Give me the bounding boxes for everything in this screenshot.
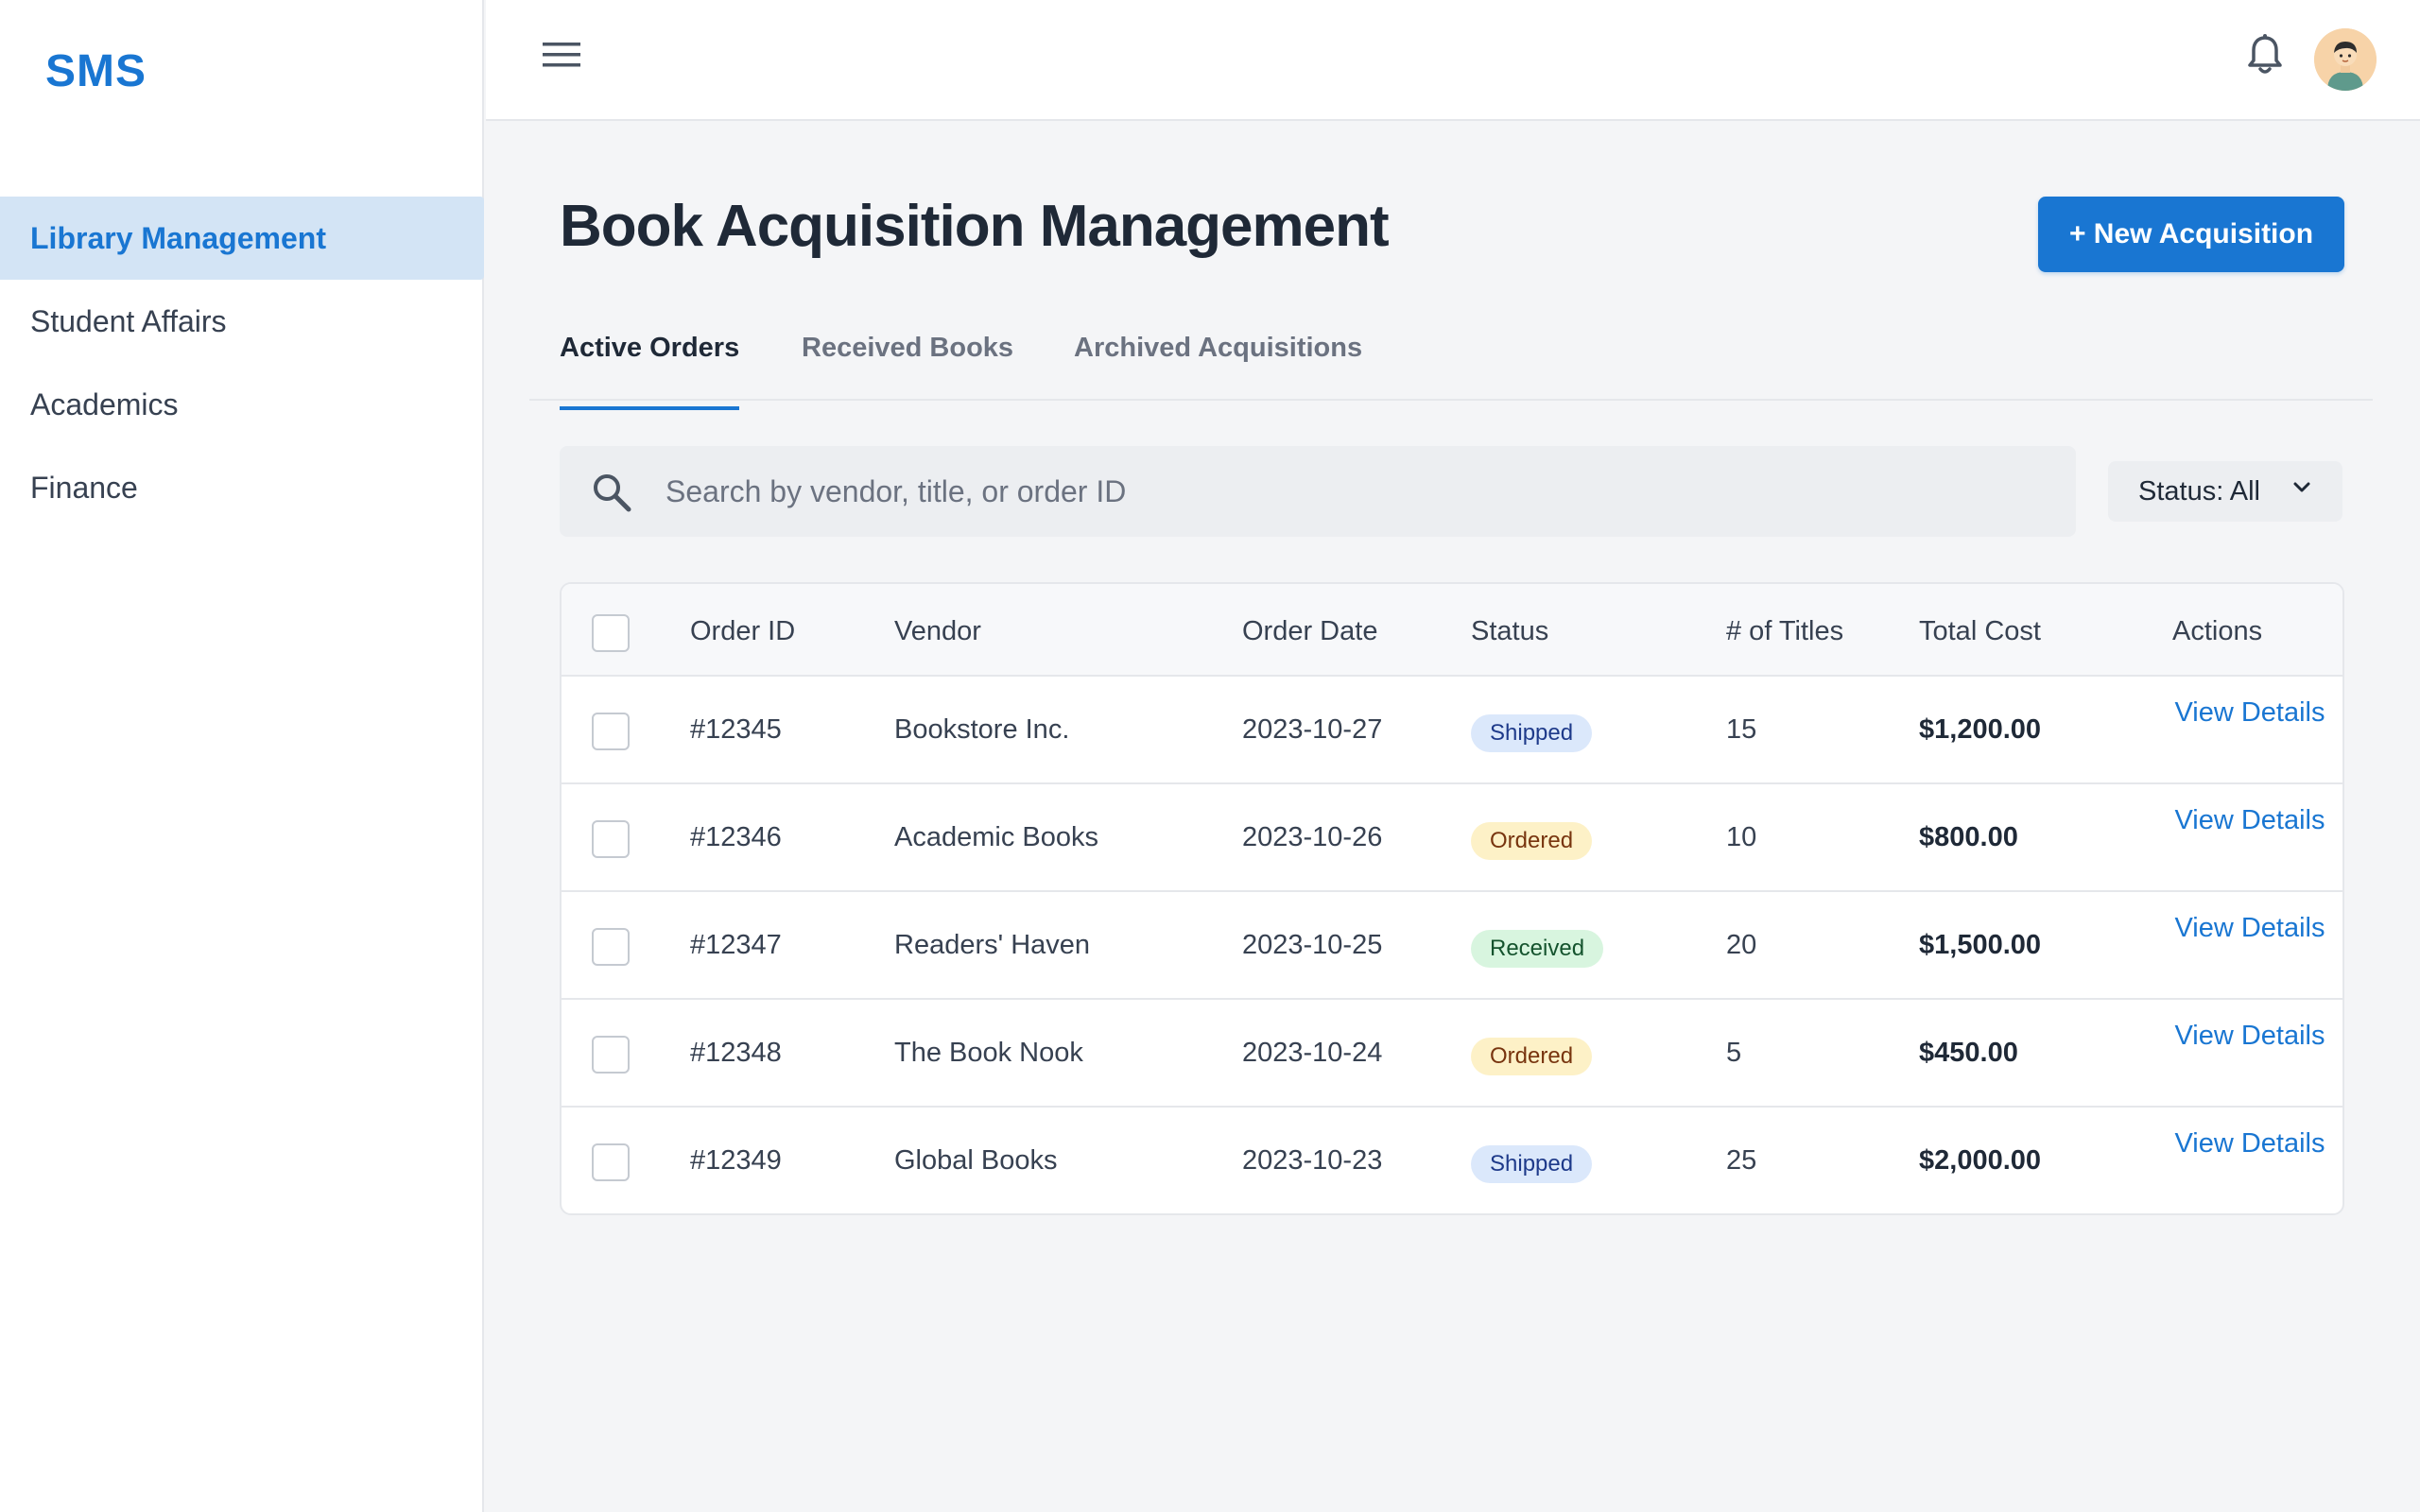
- order-id: #12345: [690, 714, 782, 745]
- total-cost: $1,500.00: [1919, 930, 2042, 960]
- row-checkbox[interactable]: [592, 820, 630, 858]
- view-details-link[interactable]: View Details: [2165, 694, 2335, 731]
- vendor: Readers' Haven: [894, 930, 1091, 960]
- order-date: 2023-10-26: [1242, 822, 1383, 852]
- column-header-actions: Actions: [2172, 616, 2263, 646]
- table-row: #12348 The Book Nook 2023-10-24 Ordered …: [562, 1000, 2342, 1108]
- tab-archived-acquisitions[interactable]: Archived Acquisitions: [1074, 333, 1362, 399]
- order-id: #12347: [690, 930, 782, 960]
- sidebar-nav: Library Management Student Affairs Acade…: [0, 197, 484, 529]
- table-row: #12347 Readers' Haven 2023-10-25 Receive…: [562, 892, 2342, 1000]
- order-date: 2023-10-27: [1242, 714, 1383, 745]
- menu-button[interactable]: [531, 32, 592, 77]
- title-count: 25: [1726, 1145, 1757, 1176]
- sidebar-item-finance[interactable]: Finance: [0, 446, 484, 529]
- sidebar: SMS Library Management Student Affairs A…: [0, 0, 484, 1512]
- order-date: 2023-10-23: [1242, 1145, 1383, 1176]
- status-badge: Ordered: [1471, 1038, 1593, 1075]
- row-checkbox[interactable]: [592, 1036, 630, 1074]
- sidebar-item-student-affairs[interactable]: Student Affairs: [0, 280, 484, 363]
- select-all-checkbox[interactable]: [592, 614, 630, 652]
- order-date: 2023-10-24: [1242, 1038, 1383, 1068]
- total-cost: $800.00: [1919, 822, 2018, 852]
- tab-received-books[interactable]: Received Books: [802, 333, 1013, 399]
- title-count: 5: [1726, 1038, 1742, 1068]
- vendor: Global Books: [894, 1145, 1058, 1176]
- vendor: Academic Books: [894, 822, 1098, 852]
- status-filter-label: Status: All: [2138, 475, 2260, 507]
- top-bar: [486, 0, 2420, 121]
- sidebar-item-library-management[interactable]: Library Management: [0, 197, 484, 280]
- row-checkbox[interactable]: [592, 1143, 630, 1181]
- page-title: Book Acquisition Management: [560, 194, 1390, 259]
- view-details-link[interactable]: View Details: [2165, 909, 2335, 947]
- total-cost: $450.00: [1919, 1038, 2018, 1068]
- tab-active-orders[interactable]: Active Orders: [560, 333, 740, 410]
- sidebar-item-label: Finance: [30, 470, 138, 505]
- title-count: 15: [1726, 714, 1757, 745]
- order-id: #12349: [690, 1145, 782, 1176]
- vendor: Bookstore Inc.: [894, 714, 1070, 745]
- total-cost: $1,200.00: [1919, 714, 2042, 745]
- status-badge: Ordered: [1471, 822, 1593, 860]
- row-checkbox[interactable]: [592, 713, 630, 750]
- app-logo[interactable]: SMS: [45, 45, 147, 97]
- table-row: #12349 Global Books 2023-10-23 Shipped 2…: [562, 1108, 2342, 1213]
- order-id: #12348: [690, 1038, 782, 1068]
- sidebar-item-academics[interactable]: Academics: [0, 363, 484, 446]
- view-details-link[interactable]: View Details: [2165, 1017, 2335, 1055]
- order-id: #12346: [690, 822, 782, 852]
- table-header: Order ID Vendor Order Date Status # of T…: [562, 584, 2342, 677]
- tab-bar: Active Orders Received Books Archived Ac…: [529, 321, 2373, 410]
- status-badge: Shipped: [1471, 1145, 1593, 1183]
- total-cost: $2,000.00: [1919, 1145, 2042, 1176]
- view-details-link[interactable]: View Details: [2165, 801, 2335, 839]
- notifications-button[interactable]: [2235, 28, 2295, 81]
- column-header-order-id[interactable]: Order ID: [690, 616, 795, 647]
- status-badge: Shipped: [1471, 714, 1593, 752]
- order-date: 2023-10-25: [1242, 930, 1383, 960]
- search-icon: [594, 474, 631, 512]
- bell-icon: [2248, 34, 2282, 74]
- avatar-icon: [2314, 28, 2377, 91]
- user-avatar[interactable]: [2314, 28, 2377, 91]
- sidebar-item-label: Student Affairs: [30, 303, 227, 338]
- hamburger-menu-icon: [543, 43, 580, 67]
- view-details-link[interactable]: View Details: [2165, 1125, 2335, 1162]
- column-header-titles[interactable]: # of Titles: [1726, 616, 1843, 647]
- sidebar-item-label: Academics: [30, 387, 179, 421]
- column-header-total-cost[interactable]: Total Cost: [1919, 616, 2041, 647]
- title-count: 10: [1726, 822, 1757, 852]
- column-header-order-date[interactable]: Order Date: [1242, 616, 1377, 647]
- table-row: #12346 Academic Books 2023-10-26 Ordered…: [562, 784, 2342, 892]
- column-header-vendor[interactable]: Vendor: [894, 616, 981, 647]
- new-acquisition-button[interactable]: + New Acquisition: [2038, 197, 2344, 272]
- title-count: 20: [1726, 930, 1757, 960]
- chevron-down-icon: [2293, 482, 2310, 492]
- row-checkbox[interactable]: [592, 928, 630, 966]
- vendor: The Book Nook: [894, 1038, 1083, 1068]
- table-row: #12345 Bookstore Inc. 2023-10-27 Shipped…: [562, 677, 2342, 784]
- sidebar-item-label: Library Management: [30, 220, 326, 255]
- search-input[interactable]: [666, 465, 2046, 518]
- orders-table: Order ID Vendor Order Date Status # of T…: [560, 582, 2344, 1215]
- status-badge: Received: [1471, 930, 1604, 968]
- column-header-status[interactable]: Status: [1471, 616, 1548, 647]
- search-bar: [560, 446, 2076, 537]
- status-filter-dropdown[interactable]: Status: All: [2108, 461, 2342, 522]
